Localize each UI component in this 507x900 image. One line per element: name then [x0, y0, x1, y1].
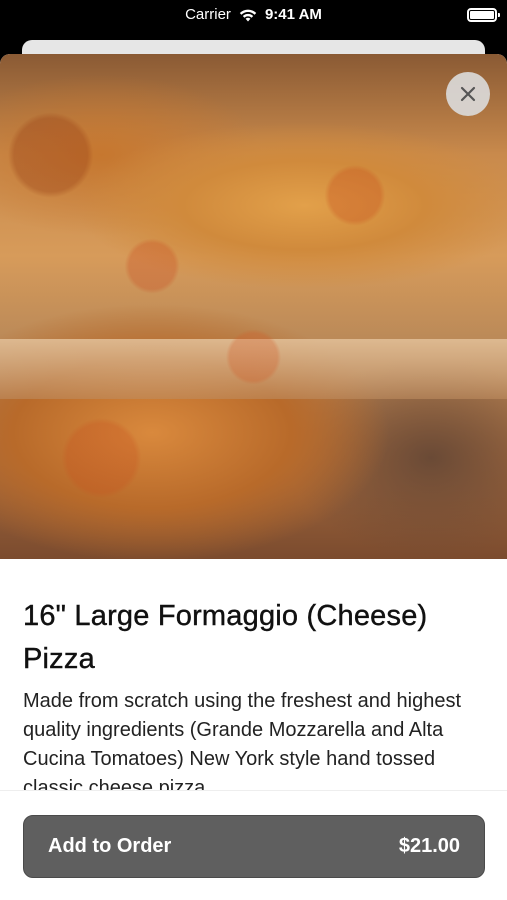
order-footer: Add to Order $21.00	[0, 790, 507, 900]
item-description: Made from scratch using the freshest and…	[23, 690, 462, 790]
close-icon	[460, 86, 476, 102]
status-center: Carrier 9:41 AM	[0, 6, 507, 23]
pizza-photo	[0, 54, 507, 559]
status-bar: Carrier 9:41 AM	[0, 0, 507, 36]
battery-icon	[467, 8, 500, 22]
price-label: $21.00	[398, 835, 460, 857]
close-button[interactable]	[446, 72, 490, 116]
carrier-label: Carrier	[185, 6, 231, 23]
clock: 9:41 AM	[264, 6, 322, 23]
wifi-icon	[239, 9, 257, 21]
add-to-order-button[interactable]: Add to Order $21.00	[23, 815, 485, 878]
add-to-order-label: Add to Order	[48, 835, 172, 857]
item-title: 16" Large Formaggio (Cheese) Pizza	[23, 600, 428, 675]
item-detail-sheet: 16" Large Formaggio (Cheese) Pizza Made …	[0, 54, 507, 900]
item-info: 16" Large Formaggio (Cheese) Pizza Made …	[0, 559, 507, 790]
